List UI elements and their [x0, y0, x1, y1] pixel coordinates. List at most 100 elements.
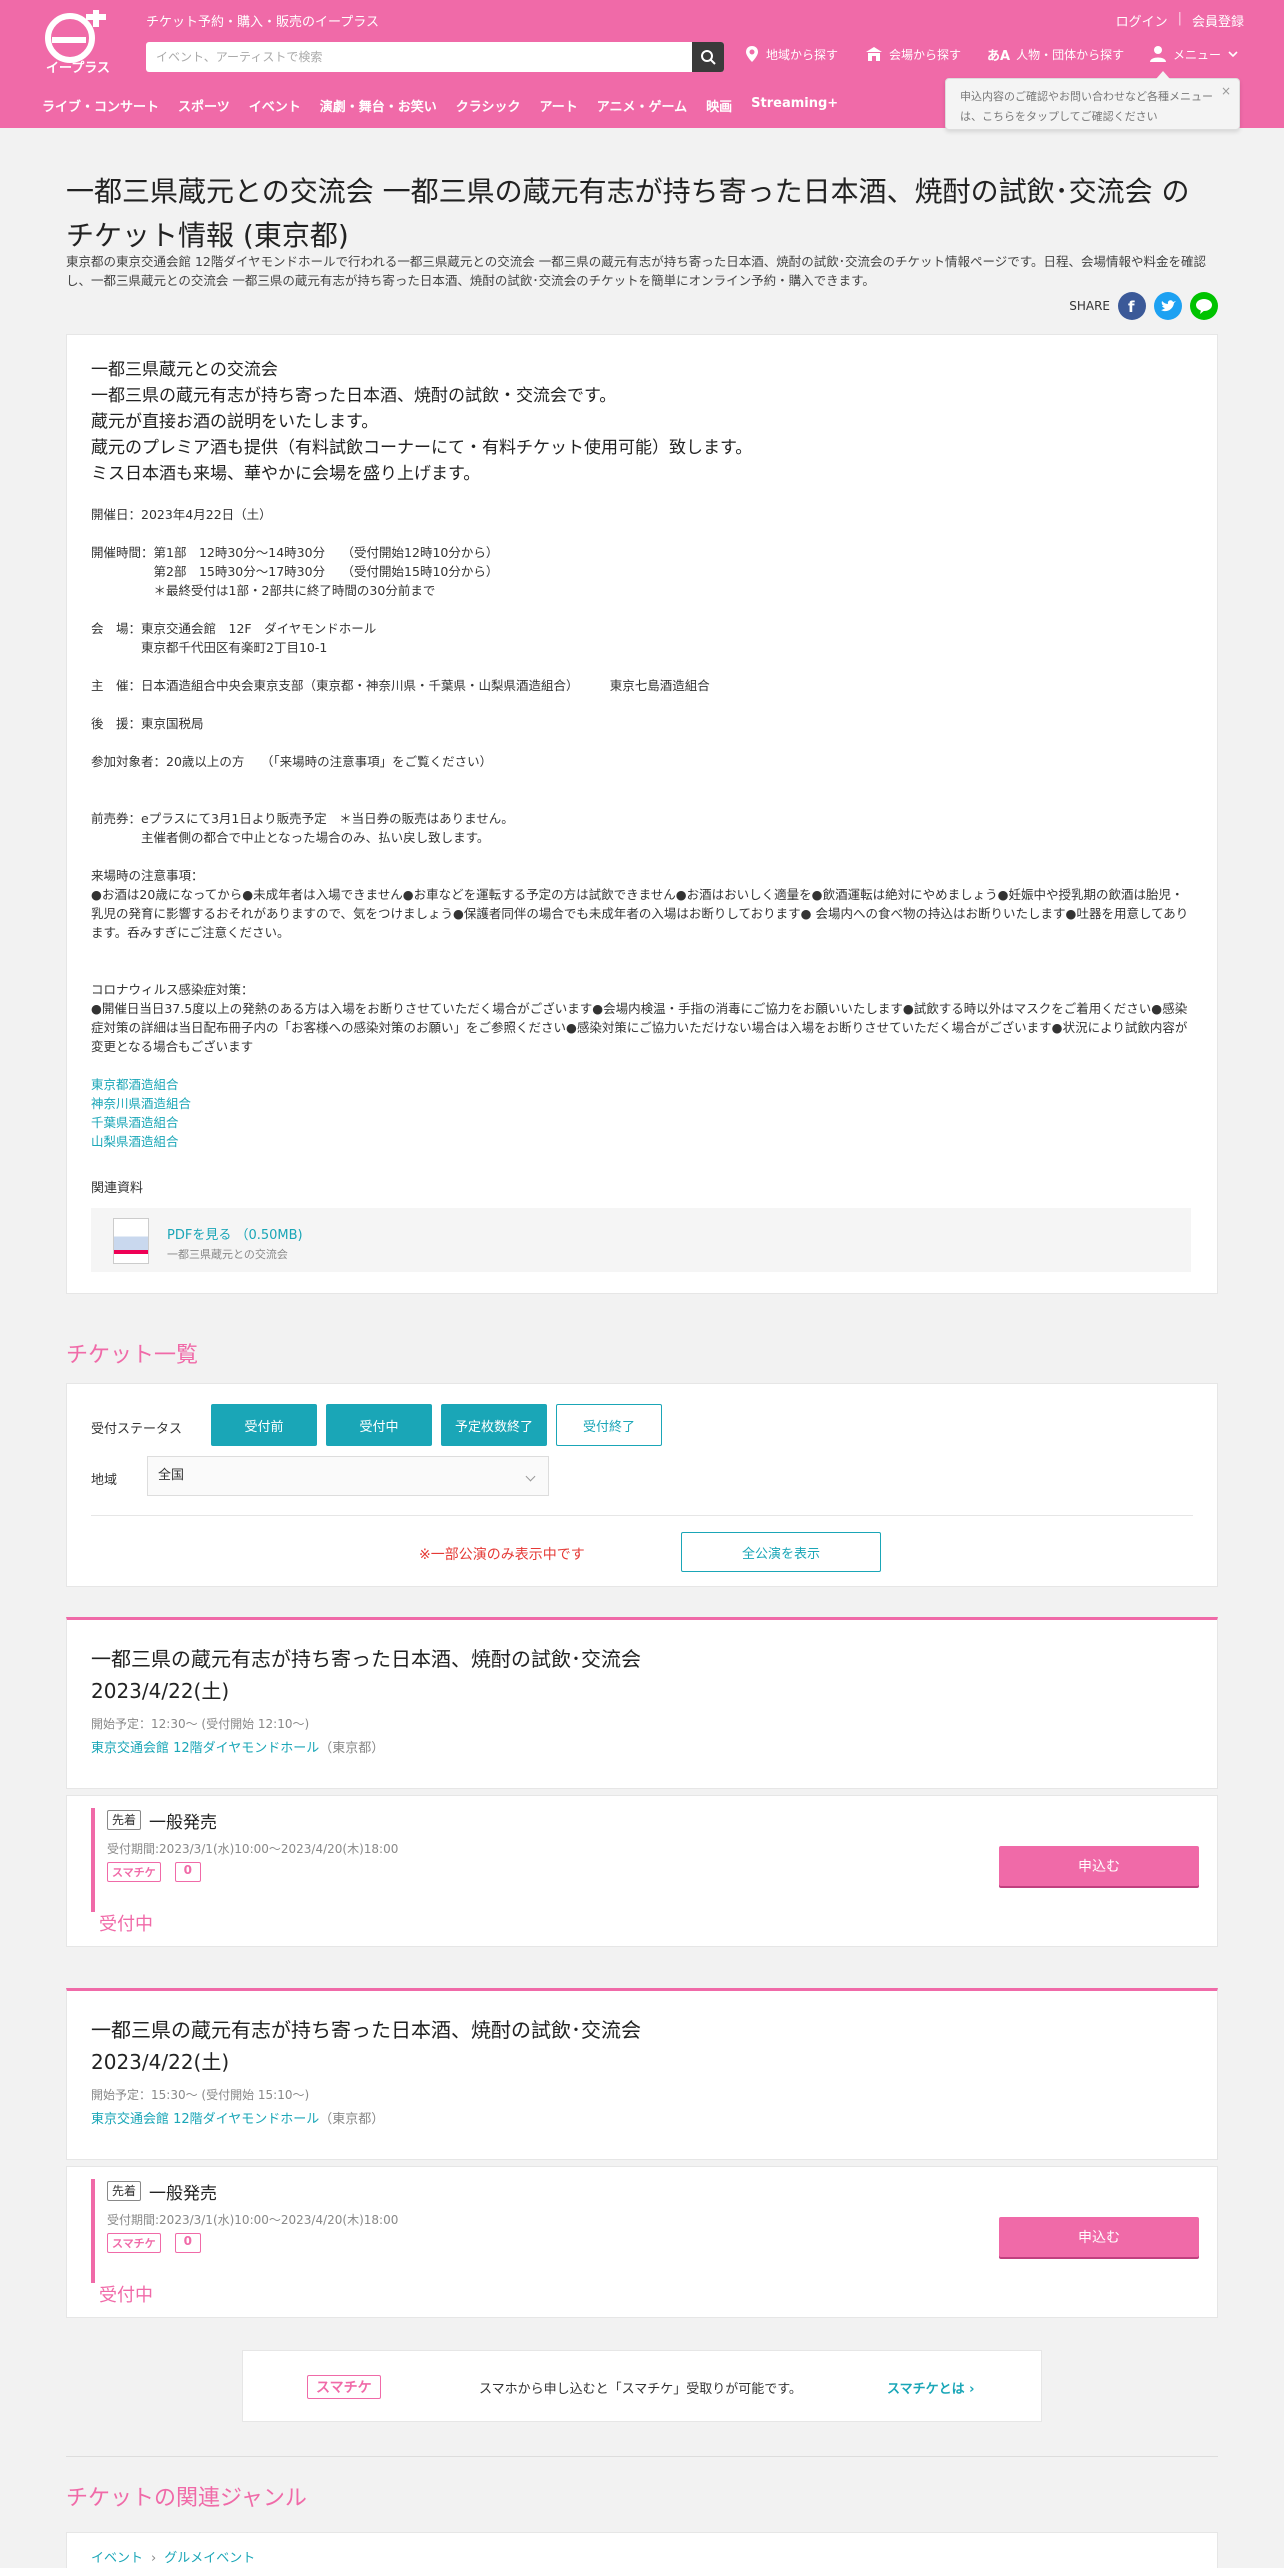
pdf-item[interactable]: PDFを見る （0.50MB) 一都三県蔵元との交流会 — [91, 1208, 1191, 1272]
show-all-button[interactable]: 全公演を表示 — [681, 1532, 881, 1572]
brewery-link[interactable]: 神奈川県酒造組合 — [91, 1094, 1191, 1113]
event-organizer: 主 催：日本酒造組合中央会東京支部（東京都・神奈川県・千葉県・山梨県酒造組合） … — [91, 678, 710, 693]
fee-zero-logo: 0 — [174, 2233, 202, 2253]
sumachi-link[interactable]: スマチケとは › — [887, 2378, 975, 2397]
event-target: 参加対象者：20歳以上の方 （「来場時の注意事項」をご覧ください） — [91, 754, 493, 769]
performance-title: 一都三県の蔵元有志が持ち寄った日本酒、焼酎の試飲･交流会 — [91, 2018, 641, 2042]
sumachi-logo: スマチケ — [307, 2375, 381, 2399]
chevron-down-icon — [1228, 51, 1238, 58]
status-before-button[interactable]: 受付前 — [211, 1404, 317, 1446]
building-icon — [866, 47, 882, 61]
svg-text:イープラス: イープラス — [46, 61, 110, 74]
pdf-link[interactable]: PDFを見る （0.50MB) — [167, 1224, 303, 1243]
venue-link[interactable]: 東京交通会館 12階ダイヤモンドホール — [91, 2112, 319, 2127]
category-nav: ライブ・コンサート スポーツ イベント 演劇・舞台・お笑い クラシック アート アニメ・ゲー… — [42, 96, 838, 115]
nav-person-label: 人物・団体から探す — [1016, 48, 1125, 62]
status-open-button[interactable]: 受付中 — [326, 1404, 432, 1446]
category-5[interactable]: アート — [540, 96, 578, 115]
breadcrumb-gourmet[interactable]: グルメイベント — [164, 2551, 255, 2566]
ticket-period: 受付期間:2023/3/1(水)10:00～2023/4/20(木)18:00 — [107, 1842, 399, 1856]
tickets-heading: チケット一覧 — [66, 1343, 199, 1368]
ticket-logos: スマチケ 0 — [107, 2233, 202, 2253]
search-box — [146, 42, 724, 72]
venue-pref: （東京都） — [319, 2112, 385, 2127]
brewery-links: 東京都酒造組合 神奈川県酒造組合 千葉県酒造組合 山梨県酒造組合 — [91, 1075, 1191, 1151]
category-4[interactable]: クラシック — [456, 96, 521, 115]
performance-venue: 東京交通会館 12階ダイヤモンドホール（東京都） — [91, 1737, 384, 1756]
close-icon[interactable]: × — [1221, 81, 1231, 101]
ticket-logos: スマチケ 0 — [107, 1862, 202, 1882]
category-8[interactable]: Streaming+ — [751, 96, 838, 115]
category-1[interactable]: スポーツ — [178, 96, 230, 115]
headline-line: 蔵元が直接お酒の説明をいたします。 — [91, 412, 379, 432]
event-support: 後 援：東京国税局 — [91, 716, 204, 731]
performance-title: 一都三県の蔵元有志が持ち寄った日本酒、焼酎の試飲･交流会 — [91, 1647, 641, 1671]
brewery-link[interactable]: 山梨県酒造組合 — [91, 1132, 1191, 1151]
venue-link[interactable]: 東京交通会館 12階ダイヤモンドホール — [91, 1741, 319, 1756]
performance-venue: 東京交通会館 12階ダイヤモンドホール（東京都） — [91, 2108, 384, 2127]
apply-button[interactable]: 申込む — [999, 1846, 1199, 1886]
status-label: 受付ステータス — [91, 1422, 183, 1437]
nav-area-label: 地域から探す — [766, 47, 839, 62]
category-2[interactable]: イベント — [249, 96, 301, 115]
ticket-status: 受付中 — [99, 2285, 153, 2306]
category-7[interactable]: 映画 — [706, 96, 732, 115]
performance-date: 2023/4/22(土) — [91, 2050, 230, 2074]
headline-line: 一都三県の蔵元有志が持ち寄った日本酒、焼酎の試飲・交流会です。 — [91, 386, 617, 406]
sumachi-text: スマホから申し込むと「スマチケ」受取りが可能です。 — [479, 2382, 802, 2397]
area-label: 地域 — [91, 1473, 118, 1488]
person-badge-icon: あA — [987, 49, 1011, 64]
chevron-right-icon: › — [151, 2551, 157, 2566]
menu-tooltip[interactable]: 申込内容のご確認やお問い合わせなど各種メニューは、こちらをタップしてご確認くださ… — [945, 71, 1240, 130]
share-bar: SHARE f — [1069, 292, 1218, 320]
category-0[interactable]: ライブ・コンサート — [42, 96, 159, 115]
top-links: ログイン | 会員登録 — [1116, 11, 1244, 30]
breadcrumb: イベント › グルメイベント — [91, 2547, 255, 2566]
divider — [66, 2456, 1218, 2457]
category-3[interactable]: 演劇・舞台・お笑い — [320, 96, 437, 115]
line-icon[interactable] — [1190, 292, 1218, 320]
first-come-badge: 先着 — [107, 2181, 142, 2201]
map-pin-icon — [746, 46, 758, 62]
twitter-icon[interactable] — [1154, 292, 1182, 320]
related-label: 関連資料 — [91, 1181, 144, 1196]
area-select[interactable]: 全国 — [147, 1456, 549, 1496]
login-link[interactable]: ログイン — [1116, 11, 1168, 30]
ticket-type: 一般発売 — [149, 2184, 217, 2204]
eplus-logo[interactable]: イープラス — [40, 7, 118, 76]
ticket-card: 先着 一般発売 受付期間:2023/3/1(水)10:00～2023/4/20(… — [66, 2166, 1218, 2318]
partial-note: ※一部公演のみ表示中です — [419, 1547, 585, 1563]
tooltip-text: 申込内容のご確認やお問い合わせなど各種メニューは、こちらをタップしてご確認くださ… — [960, 90, 1213, 123]
page-title: 一都三県蔵元との交流会 一都三県の蔵元有志が持ち寄った日本酒、焼酎の試飲･交流会… — [66, 175, 1190, 252]
status-soldout-button[interactable]: 予定枚数終了 — [441, 1404, 547, 1446]
ticket-accent-bar — [91, 2179, 95, 2283]
sumachi-logo: スマチケ — [107, 2233, 161, 2253]
category-6[interactable]: アニメ・ゲーム — [597, 96, 687, 115]
facebook-icon[interactable]: f — [1118, 292, 1146, 320]
nav-menu[interactable]: メニュー — [1149, 45, 1239, 63]
brewery-link[interactable]: 東京都酒造組合 — [91, 1075, 1191, 1094]
performance-card: 一都三県の蔵元有志が持ち寄った日本酒、焼酎の試飲･交流会 2023/4/22(土… — [66, 1988, 1218, 2160]
divider — [91, 1515, 1193, 1516]
register-link[interactable]: 会員登録 — [1192, 11, 1244, 30]
performance-start: 開始予定：15:30～ (受付開始 15:10～) — [91, 2088, 310, 2102]
search-input[interactable] — [146, 42, 686, 72]
nav-venue[interactable]: 会場から探す — [865, 45, 961, 63]
tagline: チケット予約・購入・販売のイープラス — [146, 15, 379, 30]
ticket-accent-bar — [91, 1808, 95, 1912]
apply-button[interactable]: 申込む — [999, 2217, 1199, 2257]
ticket-card: 先着 一般発売 受付期間:2023/3/1(水)10:00～2023/4/20(… — [66, 1795, 1218, 1947]
nav-area[interactable]: 地域から探す — [744, 45, 838, 63]
nav-person[interactable]: あA 人物・団体から探す — [987, 45, 1124, 64]
separator: | — [1177, 11, 1182, 26]
event-caution: 来場時の注意事項： ●お酒は20歳になってから●未成年者は入場できません●お車な… — [91, 868, 1189, 940]
performance-card: 一都三県の蔵元有志が持ち寄った日本酒、焼酎の試飲･交流会 2023/4/22(土… — [66, 1617, 1218, 1789]
first-come-badge: 先着 — [107, 1810, 142, 1830]
search-button[interactable] — [692, 42, 724, 72]
breadcrumb-event[interactable]: イベント — [91, 2551, 143, 2566]
event-presale: 前売券：eプラスにて3月1日より販売予定 ＊当日券の販売はありません。 主催者側… — [91, 811, 514, 845]
status-closed-button[interactable]: 受付終了 — [556, 1404, 662, 1446]
genre-heading: チケットの関連ジャンル — [66, 2486, 307, 2511]
brewery-link[interactable]: 千葉県酒造組合 — [91, 1113, 1191, 1132]
pdf-thumbnail — [113, 1218, 149, 1264]
